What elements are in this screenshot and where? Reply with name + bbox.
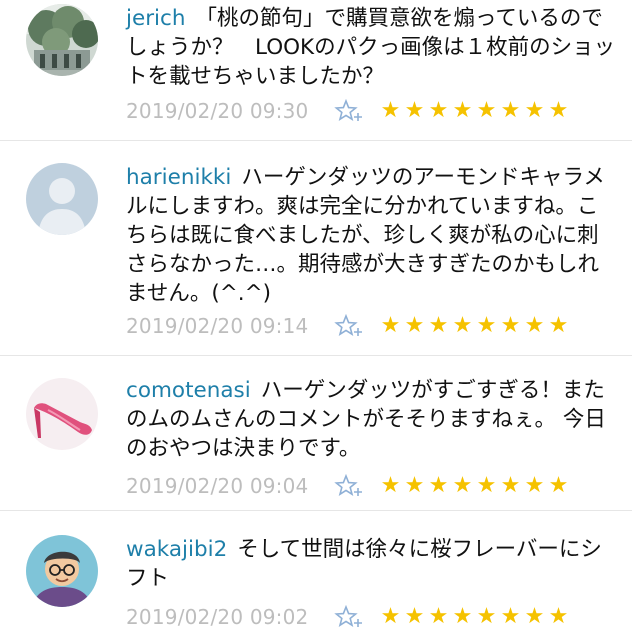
comment-list: jerich 「桃の節句」で購買意欲を煽っているのでしょうか？ LOOKのパクっ画… <box>0 0 632 640</box>
rating-star-icon: ★ <box>548 98 569 123</box>
rating-star-icon: ★ <box>404 98 425 123</box>
rating-stars: ★ ★ ★ ★ ★ ★ ★ ★ <box>378 314 570 338</box>
comment-timestamp: 2019/02/20 09:30 <box>126 99 309 123</box>
comment-username[interactable]: comotenasi <box>126 378 251 403</box>
rating-star-icon: ★ <box>500 473 521 498</box>
rating-star-icon: ★ <box>524 313 545 338</box>
comment-body: comotenasi ハーゲンダッツがすごすぎる！またのムのムさんのコメントがそそ… <box>126 376 618 463</box>
rating-star-icon: ★ <box>380 604 401 629</box>
rating-star-icon: ★ <box>476 98 497 123</box>
rating-star-icon: ★ <box>380 313 401 338</box>
comment-item: harienikki ハーゲンダッツのアーモンドキャラメルにしますわ。爽は完全に分… <box>0 140 632 355</box>
rating-star-icon: ★ <box>452 604 473 629</box>
rating-star-icon: ★ <box>428 313 449 338</box>
star-plus-icon[interactable] <box>334 98 366 123</box>
star-plus-icon[interactable] <box>334 473 366 498</box>
user-avatar[interactable] <box>26 4 98 76</box>
rating-star-icon: ★ <box>548 313 569 338</box>
comment-item: wakajibi2 そして世間は徐々に桜フレーバーにシフト 2019/02/20 … <box>0 510 632 640</box>
user-avatar[interactable] <box>26 378 98 450</box>
pink-heel-avatar-icon <box>26 378 98 450</box>
rating-star-icon: ★ <box>404 313 425 338</box>
rating-star-icon: ★ <box>524 98 545 123</box>
comment-meta: 2019/02/20 09:30 ★ ★ ★ ★ ★ ★ ★ ★ <box>126 96 570 126</box>
rating-star-icon: ★ <box>500 98 521 123</box>
comment-meta: 2019/02/20 09:04 ★ ★ ★ ★ ★ ★ ★ ★ <box>126 471 570 501</box>
rating-star-icon: ★ <box>548 604 569 629</box>
rating-star-icon: ★ <box>452 313 473 338</box>
default-person-avatar-icon <box>26 163 98 235</box>
rating-stars: ★ ★ ★ ★ ★ ★ ★ ★ <box>378 99 570 123</box>
comment-item: comotenasi ハーゲンダッツがすごすぎる！またのムのムさんのコメントがそそ… <box>0 355 632 510</box>
rating-star-icon: ★ <box>452 473 473 498</box>
rating-star-icon: ★ <box>524 604 545 629</box>
rating-star-icon: ★ <box>524 473 545 498</box>
comment-text: 「桃の節句」で購買意欲を煽っているのでしょうか？ LOOKのパクっ画像は１枚前の… <box>126 6 616 89</box>
comment-username[interactable]: jerich <box>126 6 185 31</box>
cartoon-man-avatar-icon <box>26 535 98 607</box>
rating-stars: ★ ★ ★ ★ ★ ★ ★ ★ <box>378 474 570 498</box>
comment-body: jerich 「桃の節句」で購買意欲を煽っているのでしょうか？ LOOKのパクっ画… <box>126 4 618 91</box>
comment-body: wakajibi2 そして世間は徐々に桜フレーバーにシフト <box>126 535 618 593</box>
rating-star-icon: ★ <box>500 313 521 338</box>
rating-star-icon: ★ <box>476 604 497 629</box>
tree-photo-avatar-icon <box>26 4 98 76</box>
comment-username[interactable]: harienikki <box>126 165 231 190</box>
comment-body: harienikki ハーゲンダッツのアーモンドキャラメルにしますわ。爽は完全に分… <box>126 163 618 308</box>
star-plus-icon[interactable] <box>334 604 366 629</box>
rating-star-icon: ★ <box>428 98 449 123</box>
rating-stars: ★ ★ ★ ★ ★ ★ ★ ★ <box>378 605 570 629</box>
comment-meta: 2019/02/20 09:14 ★ ★ ★ ★ ★ ★ ★ ★ <box>126 311 570 341</box>
rating-star-icon: ★ <box>548 473 569 498</box>
star-plus-icon[interactable] <box>334 313 366 338</box>
rating-star-icon: ★ <box>428 604 449 629</box>
rating-star-icon: ★ <box>404 604 425 629</box>
rating-star-icon: ★ <box>380 473 401 498</box>
rating-star-icon: ★ <box>500 604 521 629</box>
comment-username[interactable]: wakajibi2 <box>126 537 227 562</box>
rating-star-icon: ★ <box>380 98 401 123</box>
comment-timestamp: 2019/02/20 09:02 <box>126 605 309 629</box>
rating-star-icon: ★ <box>452 98 473 123</box>
rating-star-icon: ★ <box>476 473 497 498</box>
comment-meta: 2019/02/20 09:02 ★ ★ ★ ★ ★ ★ ★ ★ <box>126 602 570 632</box>
comment-timestamp: 2019/02/20 09:04 <box>126 474 309 498</box>
comment-item: jerich 「桃の節句」で購買意欲を煽っているのでしょうか？ LOOKのパクっ画… <box>0 0 632 140</box>
rating-star-icon: ★ <box>476 313 497 338</box>
rating-star-icon: ★ <box>404 473 425 498</box>
comment-timestamp: 2019/02/20 09:14 <box>126 314 309 338</box>
user-avatar[interactable] <box>26 535 98 607</box>
rating-star-icon: ★ <box>428 473 449 498</box>
user-avatar[interactable] <box>26 163 98 235</box>
